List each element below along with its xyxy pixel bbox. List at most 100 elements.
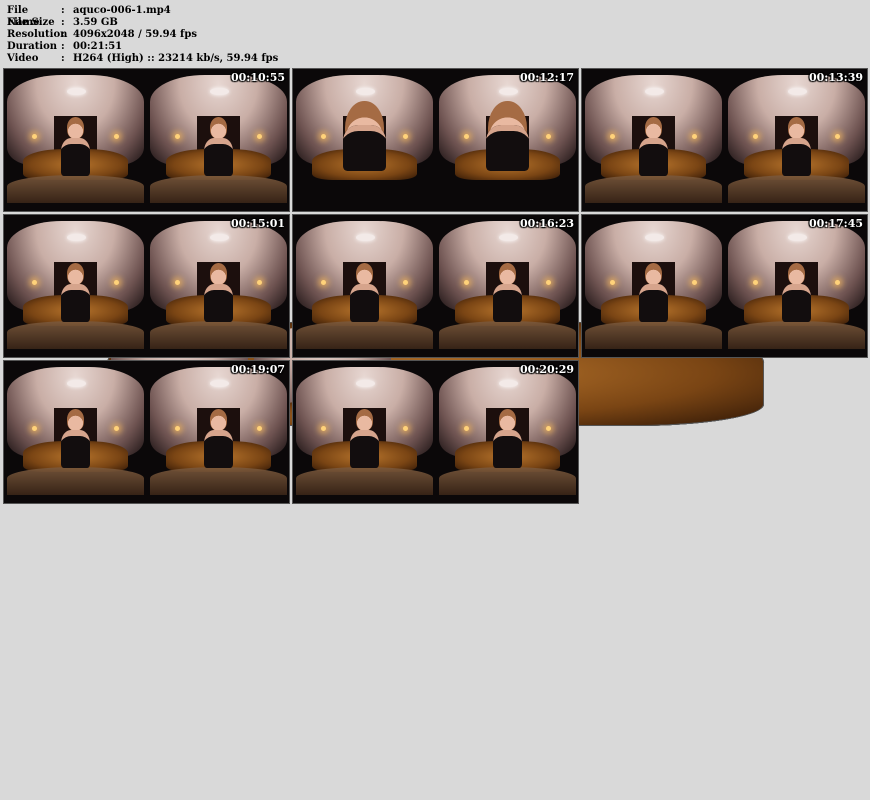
video-thumbnail: 00:13:39 <box>582 69 867 211</box>
meta-key: File Size <box>7 17 55 28</box>
head <box>498 263 517 285</box>
torso <box>639 137 668 177</box>
torso <box>204 137 233 177</box>
meta-separator: : <box>61 17 65 28</box>
torso <box>493 429 522 469</box>
head <box>355 409 374 431</box>
candle-light <box>320 133 326 139</box>
meta-value: aquco-006-1.mp4 <box>73 5 171 16</box>
person-figure <box>201 263 237 327</box>
video-thumbnail: 00:10:55 <box>4 69 289 211</box>
video-thumbnail: 00:12:17 <box>293 69 578 211</box>
person-figure <box>201 117 237 181</box>
right-eye-frame <box>439 367 576 495</box>
torso <box>61 283 90 323</box>
head <box>787 263 806 285</box>
person-figure <box>347 409 383 473</box>
video-thumbnail: 00:15:01 <box>4 215 289 357</box>
timestamp-label: 00:16:23 <box>519 217 574 230</box>
torso <box>350 429 379 469</box>
meta-key: File Name <box>7 5 40 28</box>
person-figure <box>779 263 815 327</box>
torso <box>342 125 387 172</box>
left-eye-frame <box>7 221 144 349</box>
person-figure <box>636 117 672 181</box>
candle-light <box>174 133 180 139</box>
candle-light <box>31 133 37 139</box>
person-figure <box>58 117 94 181</box>
candle-light <box>463 279 469 285</box>
meta-key: Resolution <box>7 29 68 40</box>
head <box>644 263 663 285</box>
left-eye-frame <box>296 221 433 349</box>
left-eye-frame <box>7 75 144 203</box>
meta-value: 4096x2048 / 59.94 fps <box>73 29 197 40</box>
meta-row-resolution: Resolution : 4096x2048 / 59.94 fps <box>7 29 278 41</box>
head <box>209 409 228 431</box>
candle-light <box>320 279 326 285</box>
timestamp-label: 00:15:01 <box>230 217 285 230</box>
right-eye-frame <box>150 75 287 203</box>
torso <box>204 283 233 323</box>
head <box>209 263 228 285</box>
torso <box>639 283 668 323</box>
candle-light <box>609 279 615 285</box>
candle-light <box>174 279 180 285</box>
person-figure <box>636 263 672 327</box>
torso <box>782 137 811 177</box>
torso <box>61 137 90 177</box>
timestamp-label: 00:12:17 <box>519 71 574 84</box>
meta-value: H264 (High) :: 23214 kb/s, 59.94 fps <box>73 53 279 64</box>
candle-light <box>320 425 326 431</box>
meta-separator: : <box>61 53 65 64</box>
right-eye-frame <box>150 367 287 495</box>
meta-row-duration: Duration : 00:21:51 <box>7 41 278 53</box>
person-figure <box>779 117 815 181</box>
meta-separator: : <box>61 41 65 52</box>
person-figure <box>58 409 94 473</box>
meta-separator: : <box>61 29 65 40</box>
timestamp-label: 00:13:39 <box>808 71 863 84</box>
candle-light <box>609 133 615 139</box>
meta-key: Video <box>7 53 39 64</box>
person-figure <box>480 100 535 178</box>
head <box>644 117 663 139</box>
torso <box>61 429 90 469</box>
timestamp-label: 00:19:07 <box>230 363 285 376</box>
video-thumbnail: 00:20:29 <box>293 361 578 503</box>
left-eye-frame <box>585 75 722 203</box>
timestamp-label: 00:17:45 <box>808 217 863 230</box>
file-info-header: File Name : aquco-006-1.mp4 File Size : … <box>7 5 278 65</box>
meta-row-file-name: File Name : aquco-006-1.mp4 <box>7 5 278 28</box>
person-figure <box>58 263 94 327</box>
meta-separator: : <box>61 5 65 16</box>
meta-row-video: Video : H264 (High) :: 23214 kb/s, 59.94… <box>7 53 278 65</box>
head <box>66 409 85 431</box>
meta-value: 00:21:51 <box>73 41 123 52</box>
video-thumbnail: 00:17:45 <box>582 215 867 357</box>
head <box>66 117 85 139</box>
torso <box>204 429 233 469</box>
candle-light <box>31 425 37 431</box>
timestamp-label: 00:20:29 <box>519 363 574 376</box>
candle-light <box>752 279 758 285</box>
right-eye-frame <box>728 75 865 203</box>
person-figure <box>490 409 526 473</box>
torso <box>350 283 379 323</box>
left-eye-frame <box>296 367 433 495</box>
candle-light <box>463 425 469 431</box>
torso <box>485 125 530 172</box>
video-thumbnail: 00:16:23 <box>293 215 578 357</box>
person-figure <box>490 263 526 327</box>
right-eye-frame <box>150 221 287 349</box>
torso <box>782 283 811 323</box>
candle-light <box>31 279 37 285</box>
right-eye-frame <box>728 221 865 349</box>
meta-value: 3.59 GB <box>73 17 118 28</box>
left-eye-frame <box>296 75 433 203</box>
head <box>355 263 374 285</box>
person-figure <box>347 263 383 327</box>
meta-row-file-size: File Size : 3.59 GB <box>7 17 278 29</box>
candle-light <box>463 133 469 139</box>
left-eye-frame <box>7 367 144 495</box>
